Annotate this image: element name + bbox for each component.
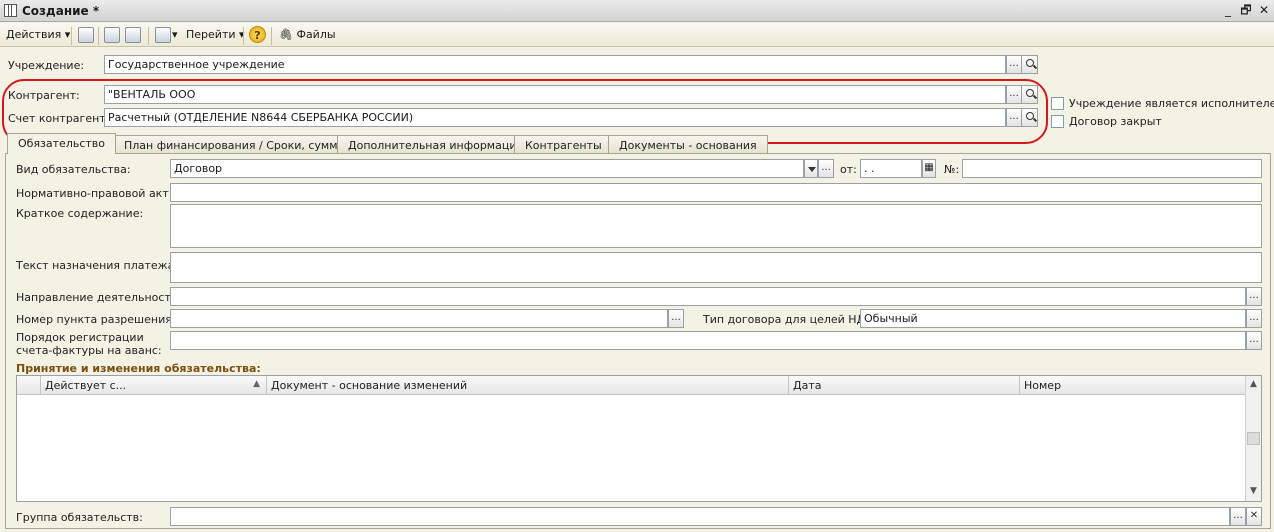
changes-section-title: Принятие и изменения обязательства: [16,362,261,375]
actions-menu-label: Действия [6,28,62,41]
activity-direction-select-button[interactable]: ... [1246,287,1262,306]
table-header-marker [17,376,41,395]
scroll-thumb[interactable] [1247,432,1260,445]
create-based-on-icon[interactable] [155,27,171,43]
toolbar-separator [98,27,99,45]
tab-obligation[interactable]: Обязательство [7,133,117,154]
payment-text-textarea[interactable] [170,252,1262,283]
obligation-kind-field[interactable]: Договор [170,159,804,178]
table-scrollbar[interactable]: ▲ ▼ [1245,376,1261,501]
save-icon[interactable] [78,27,94,43]
restore-button[interactable]: 🗗 [1238,3,1254,18]
clear-icon[interactable]: ✕ [1246,507,1262,526]
invoice-order-label-line1: Порядок регистрации [16,331,144,344]
permit-number-select-button[interactable]: ... [668,309,684,328]
tab-additional-info[interactable]: Дополнительная информация [337,135,535,153]
summary-label: Краткое содержание: [16,207,144,220]
table-header: Действует с... ▲ Документ - основание из… [17,376,1245,395]
column-header-number[interactable]: Номер [1020,376,1245,395]
institution-open-search-icon[interactable] [1021,55,1038,74]
obligation-group-field[interactable] [170,507,1230,526]
files-button[interactable]: 🖇 Файлы [279,28,336,41]
app-window-icon [4,4,17,17]
invoice-order-label-line2: счета-фактуры на аванс: [16,344,162,357]
obligation-group-label: Группа обязательств: [16,511,143,524]
obligation-kind-dropdown-icon[interactable] [804,159,818,178]
paperclip-icon: 🖇 [279,28,293,41]
calendar-icon[interactable]: ▦ [922,159,936,178]
window-title: Создание * [22,4,100,18]
title-bar [0,0,1274,22]
obligation-kind-label: Вид обязательства: [16,163,131,176]
toolbar-separator [71,27,72,45]
legal-act-label: Нормативно-правовой акт: [16,187,173,200]
from-date-field[interactable]: . . [860,159,922,178]
post-document-icon[interactable] [104,27,120,43]
column-header-label: Действует с... [45,379,127,392]
column-header-date[interactable]: Дата [789,376,1020,395]
activity-direction-label: Направление деятельности: [16,291,182,304]
legal-act-field[interactable] [170,183,1262,202]
institution-field[interactable]: Государственное учреждение [104,55,1006,74]
activity-direction-field[interactable] [170,287,1246,306]
obligation-group-select-button[interactable]: ... [1230,507,1246,526]
institution-label: Учреждение: [8,59,85,72]
column-header-effective-from[interactable]: Действует с... ▲ [41,376,267,395]
number-field[interactable] [962,159,1262,178]
obligation-kind-select-button[interactable]: ... [818,159,834,178]
sort-ascending-icon: ▲ [253,379,260,389]
column-header-base-document[interactable]: Документ - основание изменений [267,376,789,395]
close-window-button[interactable]: ✕ [1256,3,1272,18]
contract-closed-label: Договор закрыт [1069,115,1162,128]
summary-textarea[interactable] [170,204,1262,248]
goto-menu-label: Перейти [186,28,236,41]
institution-select-button[interactable]: ... [1006,55,1022,74]
permit-number-label: Номер пункта разрешения: [16,313,176,326]
actions-menu-button[interactable]: Действия ▾ [6,28,70,41]
copy-document-icon[interactable] [125,27,141,43]
tab-counterparties[interactable]: Контрагенты [514,135,613,153]
scroll-down-icon[interactable]: ▼ [1246,484,1261,499]
help-icon[interactable]: ? [249,26,266,43]
number-label: №: [944,163,960,176]
tab-financing-plan[interactable]: План финансирования / Сроки, суммы [113,135,358,153]
vat-type-field[interactable]: Обычный [860,309,1246,328]
tab-base-documents[interactable]: Документы - основания [608,135,768,153]
invoice-order-field[interactable] [170,331,1246,350]
payment-text-label: Текст назначения платежа: [16,259,179,272]
vat-type-select-button[interactable]: ... [1246,309,1262,328]
toolbar-separator [148,27,149,45]
contract-closed-checkbox[interactable] [1051,115,1064,128]
from-date-label: от: [840,163,857,176]
toolbar-separator [271,27,272,45]
chevron-down-icon: ▾ [64,28,71,41]
minimize-button[interactable]: _ [1220,3,1236,18]
files-label: Файлы [296,28,336,41]
create-based-on-dropdown[interactable]: ▾ [172,28,178,41]
vat-type-label: Тип договора для целей НДС: [703,313,877,326]
toolbar-separator [243,27,244,45]
executor-checkbox-label: Учреждение является исполнителем [1069,97,1274,110]
scroll-up-icon[interactable]: ▲ [1246,377,1261,392]
invoice-order-select-button[interactable]: ... [1246,331,1262,350]
executor-checkbox[interactable] [1051,97,1064,110]
changes-table[interactable]: Действует с... ▲ Документ - основание из… [16,375,1262,502]
permit-number-field[interactable] [170,309,668,328]
goto-menu-button[interactable]: Перейти ▾ [186,28,245,41]
